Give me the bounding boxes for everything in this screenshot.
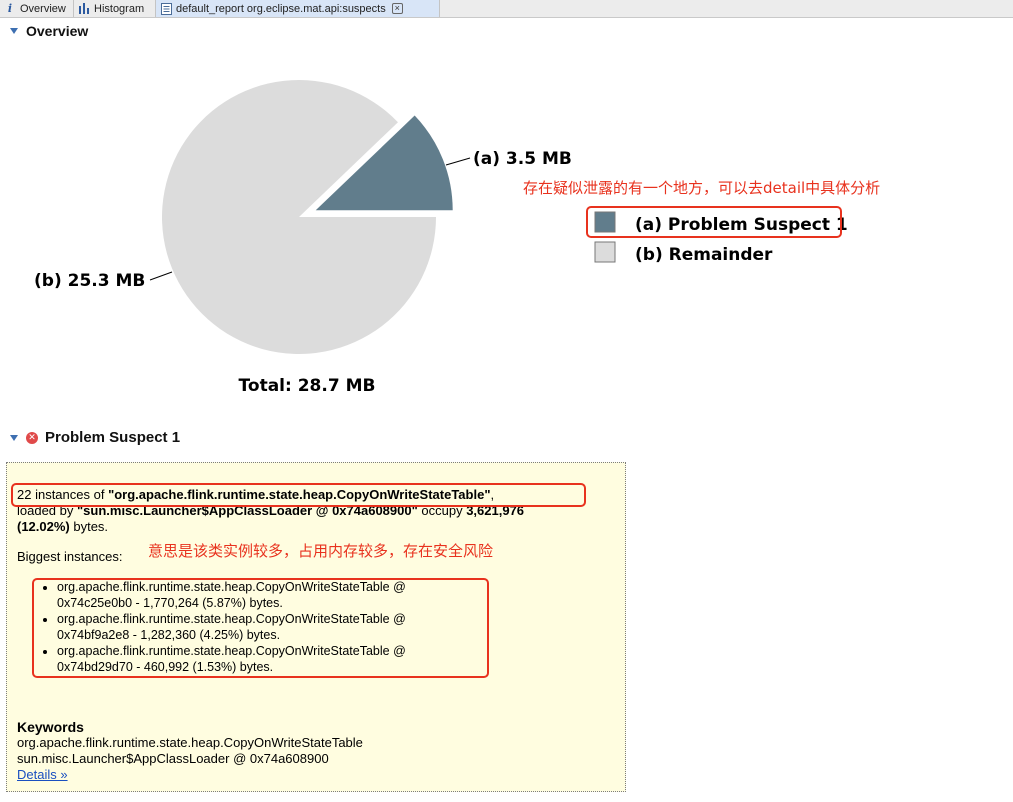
leader-line-b [149, 271, 173, 281]
editor-tab-bar: i Overview Histogram default_report org.… [0, 0, 1013, 18]
tab-label: default_report org.eclipse.mat.api:suspe… [176, 2, 386, 15]
occupied-percent: (12.02%) [17, 519, 70, 534]
legend-label-b: (b) Remainder [635, 245, 773, 265]
class-highlight-box [11, 483, 586, 507]
legend-highlight-box [586, 206, 842, 238]
collapse-triangle-icon[interactable] [10, 434, 18, 441]
bytes-suffix: bytes. [69, 519, 109, 534]
slice-label-b: (b) 25.3 MB [34, 271, 145, 291]
chart-annotation-note: 存在疑似泄露的有一个地方，可以去detail中具体分析 [523, 179, 881, 197]
problem-suspect-title: Problem Suspect 1 [45, 429, 181, 446]
error-icon: ✕ [26, 431, 38, 444]
tab-default-report[interactable]: default_report org.eclipse.mat.api:suspe… [156, 0, 440, 17]
suspect-annotation-note: 意思是该类实例较多，占用内存较多，存在安全风险 [148, 542, 494, 560]
tab-overview[interactable]: i Overview [0, 0, 74, 17]
tab-label: Overview [20, 2, 66, 15]
report-icon [160, 2, 172, 15]
pie-chart: (a) 3.5 MB (b) 25.3 MB (a) Problem Suspe… [34, 80, 848, 396]
collapse-triangle-icon[interactable] [10, 28, 18, 34]
slice-label-a: (a) 3.5 MB [473, 149, 572, 169]
leader-line-a [445, 157, 471, 166]
biggest-instances-label: Biggest instances: [17, 549, 123, 564]
keywords-title: Keywords [17, 719, 84, 735]
overview-section-header[interactable]: Overview [10, 23, 88, 39]
tab-label: Histogram [94, 2, 145, 15]
legend-swatch-b [594, 241, 616, 263]
histogram-icon [78, 3, 90, 15]
pie-total-label: Total: 28.7 MB [239, 376, 376, 396]
details-link[interactable]: Details » [17, 767, 68, 783]
pie-slice-remainder[interactable] [162, 80, 436, 355]
overview-title: Overview [26, 23, 89, 39]
close-icon[interactable]: × [391, 3, 403, 14]
keyword-item: org.apache.flink.runtime.state.heap.Copy… [17, 735, 363, 750]
problem-suspect-header[interactable]: ✕ Problem Suspect 1 [10, 429, 180, 446]
info-icon: i [7, 2, 13, 15]
keyword-item: sun.misc.Launcher$AppClassLoader @ 0x74a… [17, 751, 329, 766]
tab-histogram[interactable]: Histogram [74, 0, 156, 17]
instances-highlight-box [32, 578, 489, 678]
